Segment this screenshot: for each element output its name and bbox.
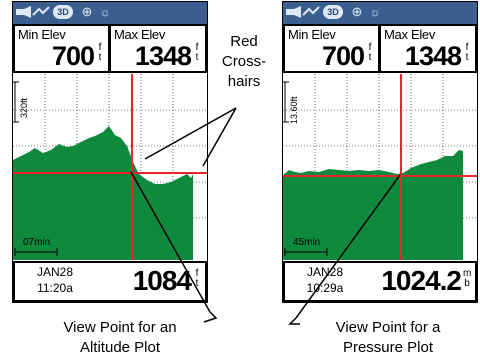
plot-graphic	[13, 74, 207, 260]
max-elev-field[interactable]: Max Elev 1348 f t	[381, 26, 475, 71]
time-scale: 07min	[23, 237, 51, 248]
time-label: 10:29a	[306, 281, 344, 295]
date-label: JAN28	[36, 265, 74, 279]
field-label: Min Elev	[288, 27, 336, 42]
3d-icon: 3D	[53, 5, 73, 19]
field-unit: f t	[195, 42, 199, 63]
current-value: 1024.2	[381, 265, 462, 296]
altitude-plot-screen: 3D ⊕ ☼ Min Elev 700 f t Max Elev 1348 f …	[12, 1, 208, 303]
time-scale: 45min	[293, 237, 321, 248]
field-label: Max Elev	[384, 27, 436, 42]
data-readout: JAN28 11:20a 1084 f t	[15, 263, 205, 300]
satellite-icon: ⊕	[81, 4, 93, 19]
field-unit: f t	[368, 42, 372, 63]
vertical-scale: 320ft	[19, 97, 29, 118]
plot-graphic	[283, 74, 477, 260]
crosshairs-annotation: Red Cross- hairs	[221, 33, 267, 90]
data-readout: JAN28 10:29a 1024.2 m b	[285, 263, 475, 300]
pressure-plot[interactable]: 13.60ft 45min	[283, 74, 477, 260]
field-value: 1348	[404, 41, 462, 71]
current-value: 1084	[132, 265, 192, 296]
field-unit: f t	[465, 42, 469, 63]
field-label: Max Elev	[114, 27, 166, 42]
pressure-annotation: View Point for a Pressure Plot	[335, 319, 441, 356]
min-elev-field[interactable]: Min Elev 700 f t	[285, 26, 378, 71]
field-value: 1348	[134, 41, 192, 71]
3d-icon: 3D	[323, 5, 343, 19]
vertical-scale: 13.60ft	[289, 96, 299, 124]
signal-icon	[15, 5, 51, 19]
backlight-icon: ☼	[369, 5, 381, 19]
status-bar: 3D ⊕ ☼	[283, 2, 477, 24]
field-label: Min Elev	[18, 27, 66, 42]
field-unit: f t	[98, 42, 102, 63]
min-elev-field[interactable]: Min Elev 700 f t	[15, 26, 108, 71]
satellite-icon: ⊕	[351, 4, 363, 19]
field-value: 700	[51, 41, 95, 71]
backlight-icon: ☼	[99, 5, 111, 19]
field-value: 700	[321, 41, 365, 71]
signal-icon	[285, 5, 321, 19]
altitude-annotation: View Point for an Altitude Plot	[63, 319, 177, 356]
altitude-plot[interactable]: 320ft 07min	[13, 74, 207, 260]
status-bar: 3D ⊕ ☼	[13, 2, 207, 24]
time-label: 11:20a	[37, 281, 73, 295]
max-elev-field[interactable]: Max Elev 1348 f t	[111, 26, 205, 71]
current-unit: m b	[463, 268, 472, 289]
date-label: JAN28	[306, 265, 344, 279]
pressure-plot-screen: 3D ⊕ ☼ Min Elev 700 f t Max Elev 1348 f …	[282, 1, 478, 303]
current-unit: f t	[195, 268, 199, 289]
